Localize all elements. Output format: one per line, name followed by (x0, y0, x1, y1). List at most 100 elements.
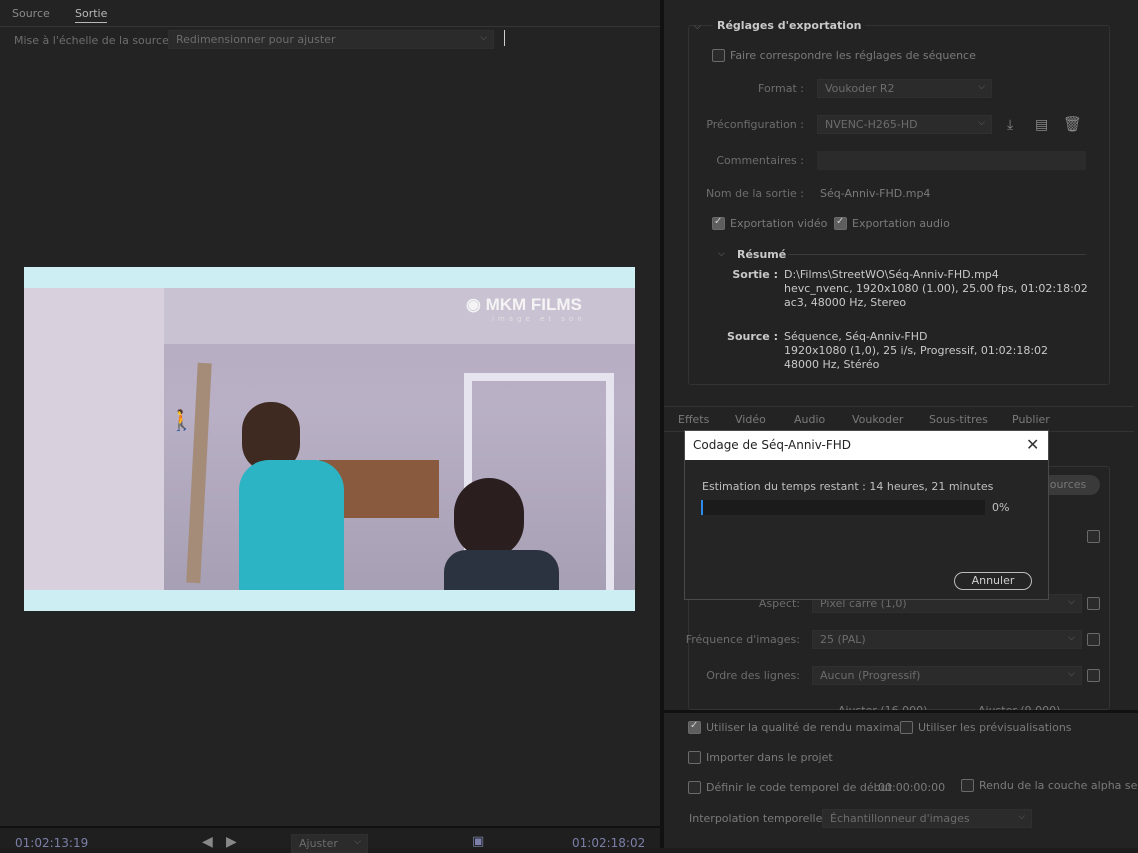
format-label: Format : (758, 82, 804, 95)
tab-voukoder[interactable]: Voukoder (852, 413, 903, 426)
tab-audio[interactable]: Audio (794, 413, 825, 426)
export-frame-icon[interactable]: ▣ (472, 834, 484, 849)
field-order-checkbox[interactable] (1087, 669, 1100, 682)
summary-source-line: 48000 Hz, Stéréo (784, 358, 880, 371)
scale-label: Mise à l'échelle de la source : (14, 34, 177, 47)
export-audio-checkbox[interactable] (834, 216, 847, 230)
summary-source-key: Source : (727, 330, 778, 343)
chevron-down-icon: ⌵ (1068, 633, 1075, 643)
tab-publier[interactable]: Publier (1012, 413, 1050, 426)
fps-select[interactable]: 25 (PAL) ⌵ (812, 630, 1082, 649)
checkbox[interactable] (1087, 530, 1100, 543)
logo-mkm: ◉ MKM FILMS (466, 295, 582, 315)
save-preset-icon[interactable]: ⤓ (1007, 117, 1013, 133)
format-select[interactable]: Voukoder R2 ⌵ (817, 79, 992, 98)
summary-chevron-icon[interactable]: ⌵ (718, 249, 725, 259)
summary-source-line: 1920x1080 (1,0), 25 i/s, Progressif, 01:… (784, 344, 1049, 357)
start-timecode-label: Définir le code temporel de début (706, 781, 892, 794)
preset-label: Préconfiguration : (706, 118, 804, 131)
interp-select[interactable]: Échantillonneur d'images ⌵ (822, 809, 1032, 828)
summary-source-line: Séquence, Séq-Anniv-FHD (784, 330, 928, 343)
left-wall (24, 288, 164, 590)
cancel-label: Annuler (971, 574, 1015, 587)
text-cursor (504, 30, 505, 46)
wooden-board (186, 362, 212, 584)
man-shirt (239, 460, 344, 590)
import-project-checkbox[interactable] (688, 751, 701, 764)
start-timecode-checkbox[interactable] (688, 781, 701, 794)
output-name-label: Nom de la sortie : (705, 187, 804, 200)
tab-effets[interactable]: Effets (678, 413, 709, 426)
output-name-link[interactable]: Séq-Anniv-FHD.mp4 (820, 187, 930, 200)
scale-select[interactable]: Redimensionner pour ajuster ⌵ (168, 30, 494, 49)
dialog-titlebar: Codage de Séq-Anniv-FHD (685, 431, 1048, 460)
time-estimate: Estimation du temps restant : 14 heures,… (702, 480, 994, 493)
match-seq-label: Faire correspondre les réglages de séque… (730, 49, 976, 62)
alpha-only-checkbox[interactable] (961, 779, 974, 792)
close-icon[interactable]: ✕ (1026, 435, 1039, 454)
export-video-label: Exportation vidéo (730, 217, 828, 230)
delete-preset-icon[interactable]: 🗑 (1063, 115, 1082, 133)
cancel-button[interactable]: Annuler (954, 572, 1032, 590)
chevron-down-icon: ⌵ (1068, 669, 1075, 679)
tab-video[interactable]: Vidéo (735, 413, 766, 426)
start-timecode-value[interactable]: 00:00:00:00 (878, 781, 945, 794)
zoom-select[interactable]: Ajuster ⌵ (291, 834, 368, 853)
fps-checkbox[interactable] (1087, 633, 1100, 646)
summary-source: Séquence, Séq-Anniv-FHD 1920x1080 (1,0),… (784, 330, 1048, 372)
divider (788, 254, 1086, 255)
alpha-only-label: Rendu de la couche alpha seule (979, 779, 1138, 792)
section-title: Réglages d'exportation (713, 19, 866, 32)
max-quality-label: Utiliser la qualité de rendu maximale (706, 721, 910, 734)
import-project-label: Importer dans le projet (706, 751, 833, 764)
collapse-chevron-icon[interactable]: ⌵ (694, 22, 701, 32)
interp-value: Échantillonneur d'images (830, 812, 970, 825)
zoom-value: Ajuster (299, 837, 338, 850)
output-monitor-panel: Source Sortie Mise à l'échelle de la sou… (0, 0, 660, 853)
comments-input[interactable] (817, 151, 1086, 170)
panel-splitter[interactable] (664, 710, 1138, 713)
fps-label: Fréquence d'images: (685, 633, 800, 646)
field-order-label: Ordre des lignes: (706, 669, 800, 682)
logo-text: MKM FILMS (485, 295, 582, 314)
chevron-down-icon: ⌵ (480, 33, 487, 43)
dialog-title: Codage de Séq-Anniv-FHD (693, 438, 852, 452)
preset-value: NVENC-H265-HD (825, 118, 918, 131)
tab-sortie[interactable]: Sortie (75, 7, 108, 23)
match-source-label: sources (1044, 478, 1087, 491)
export-settings-panel: ⌵ Réglages d'exportation Faire correspon… (664, 0, 1138, 848)
chevron-down-icon: ⌵ (354, 837, 361, 847)
progress-fill (701, 500, 703, 515)
scale-value: Redimensionner pour ajuster (176, 33, 336, 46)
summary-output-line: ac3, 48000 Hz, Stereo (784, 296, 907, 309)
woman-top (444, 550, 559, 590)
max-quality-checkbox[interactable] (688, 720, 701, 734)
import-preset-icon[interactable]: ▤ (1035, 117, 1048, 133)
encoding-dialog: Codage de Séq-Anniv-FHD ✕ Estimation du … (684, 430, 1049, 600)
aspect-checkbox[interactable] (1087, 597, 1100, 610)
use-previews-label: Utiliser les prévisualisations (918, 721, 1072, 734)
woman-head (454, 478, 524, 558)
summary-output: D:\Films\StreetWO\Séq-Anniv-FHD.mp4 hevc… (784, 268, 1088, 310)
wall-sticker-icon: 🚶 (169, 408, 194, 432)
progress-bar (701, 500, 985, 515)
chevron-down-icon: ⌵ (978, 118, 985, 128)
film-reel-icon: ◉ (466, 295, 481, 314)
comments-label: Commentaires : (716, 154, 804, 167)
progress-percent: 0% (992, 501, 1010, 514)
use-previews-checkbox[interactable] (900, 721, 913, 734)
preset-select[interactable]: NVENC-H265-HD ⌵ (817, 115, 992, 134)
match-seq-checkbox[interactable] (712, 49, 725, 62)
logo-subtitle: image et son (492, 315, 586, 323)
export-video-checkbox[interactable] (712, 216, 725, 230)
summary-output-key: Sortie : (732, 268, 778, 281)
fps-value: 25 (PAL) (820, 633, 866, 646)
video-frame-image: ◉ MKM FILMS image et son 🚶 (24, 288, 635, 590)
summary-title: Résumé (737, 248, 787, 261)
field-order-select[interactable]: Aucun (Progressif) ⌵ (812, 666, 1082, 685)
summary-output-line: hevc_nvenc, 1920x1080 (1.00), 25.00 fps,… (784, 282, 1088, 295)
chevron-down-icon: ⌵ (978, 82, 985, 92)
tab-source[interactable]: Source (12, 7, 50, 20)
tab-sous-titres[interactable]: Sous-titres (929, 413, 988, 426)
interp-label: Interpolation temporelle : (689, 812, 830, 825)
